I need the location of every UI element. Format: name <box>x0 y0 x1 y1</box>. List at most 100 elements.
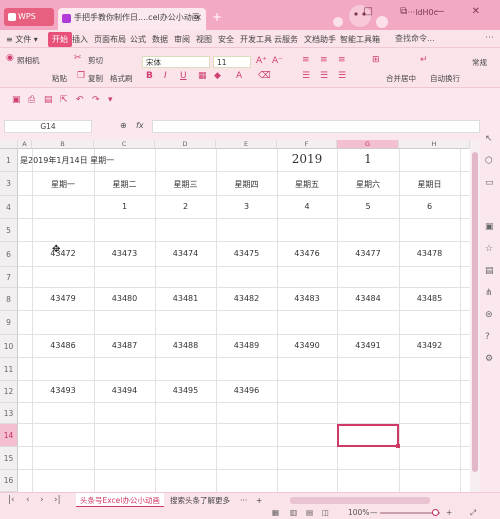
select-all-corner[interactable] <box>0 140 18 149</box>
zoom-slider-knob[interactable] <box>432 509 439 516</box>
row-header[interactable]: 4 <box>0 196 18 219</box>
cell-date-serial[interactable]: 43489 <box>216 341 277 350</box>
fullscreen-icon[interactable]: ⤢ <box>470 508 476 518</box>
prev-sheet-icon[interactable]: ‹ <box>26 495 30 505</box>
underline-button[interactable]: U <box>180 71 187 81</box>
menu-item-home[interactable]: 开始 <box>48 32 72 47</box>
star-icon[interactable]: ☆ <box>485 244 493 254</box>
copy-button[interactable]: 复制 <box>88 73 103 84</box>
zoom-out-button[interactable]: — <box>370 508 378 517</box>
menu-item-insert[interactable]: 插入 <box>72 34 88 45</box>
menu-item-view[interactable]: 视图 <box>196 34 212 45</box>
menu-item-formula[interactable]: 公式 <box>130 34 146 45</box>
more-icon[interactable]: ⋯ <box>485 33 494 43</box>
backup-icon[interactable]: ⊜ <box>485 310 493 320</box>
align-right-icon[interactable]: ☰ <box>338 71 346 81</box>
quick-more-icon[interactable]: ▾ <box>108 95 113 105</box>
row-header[interactable]: 3 <box>0 172 18 196</box>
column-header-g[interactable]: G <box>337 140 399 149</box>
cell-weekday[interactable]: 星期二 <box>94 179 155 190</box>
sheet-tab[interactable]: 搜索头条了解更多 <box>166 493 234 508</box>
font-name-select[interactable]: 宋体 <box>142 56 210 68</box>
align-left-icon[interactable]: ☰ <box>302 71 310 81</box>
file-menu[interactable]: ≡ 文件 ▾ <box>6 34 38 45</box>
print-preview-icon[interactable]: ▤ <box>44 95 53 105</box>
menu-item-developer[interactable]: 开发工具 <box>240 34 272 45</box>
fill-color-icon[interactable]: ◆ <box>214 71 221 81</box>
cell-day-number[interactable]: 1 <box>94 202 155 211</box>
bold-button[interactable]: B <box>146 71 153 81</box>
cell-b1-date-text[interactable]: 是2019年1月14日 星期一 <box>20 155 114 166</box>
cell-weekday[interactable]: 星期日 <box>399 179 460 190</box>
zoom-in-button[interactable]: + <box>446 508 452 517</box>
menu-item-review[interactable]: 审阅 <box>174 34 190 45</box>
cell-day-number[interactable]: 6 <box>399 202 460 211</box>
window-controls[interactable]: □ ⧉ — ✕ <box>363 6 492 17</box>
new-tab-button[interactable]: + <box>212 10 222 24</box>
cell-date-serial[interactable]: 43483 <box>277 294 337 303</box>
cell-date-serial[interactable]: 43486 <box>32 341 94 350</box>
horizontal-scrollbar[interactable] <box>290 497 430 504</box>
formula-input[interactable] <box>152 120 480 133</box>
camera-icon[interactable]: ◉ <box>6 53 14 63</box>
sheet-tab-active[interactable]: 头条号Excel办公小动画 <box>76 493 164 508</box>
row-header[interactable]: 5 <box>0 219 18 242</box>
menu-item-cloud[interactable]: 云服务 <box>274 34 298 45</box>
cell-date-serial[interactable]: 43487 <box>94 341 155 350</box>
cell-date-serial[interactable]: 43474 <box>155 249 216 258</box>
menu-item-smart-tools[interactable]: 智能工具箱 <box>340 34 380 45</box>
cell-date-serial[interactable]: 43495 <box>155 386 216 395</box>
column-header-a[interactable]: A <box>18 140 32 149</box>
font-smaller-button[interactable]: A⁻ <box>272 56 283 66</box>
cell-g1-month[interactable]: 1 <box>337 152 399 166</box>
cell-date-serial[interactable]: 43473 <box>94 249 155 258</box>
redo-icon[interactable]: ↷ <box>92 95 100 105</box>
paste-button[interactable]: 粘贴 <box>52 73 67 84</box>
cut-button[interactable]: 剪切 <box>88 55 103 66</box>
number-format-select[interactable]: 常规 <box>472 57 487 68</box>
merge-icon[interactable]: ⊞ <box>372 55 380 65</box>
copy-icon[interactable]: ❐ <box>77 71 85 81</box>
cell-day-number[interactable]: 2 <box>155 202 216 211</box>
cell-date-serial[interactable]: 43490 <box>277 341 337 350</box>
document-tab[interactable]: 手把手教你制作日....cel办公小动画 × <box>58 8 206 30</box>
align-bottom-icon[interactable]: ≡ <box>338 55 346 65</box>
cell-date-serial[interactable]: 43493 <box>32 386 94 395</box>
export-icon[interactable]: ⇱ <box>60 95 68 105</box>
cell-day-number[interactable]: 4 <box>277 202 337 211</box>
box-icon[interactable]: ▤ <box>485 266 494 276</box>
wrap-icon[interactable]: ↵ <box>420 55 428 65</box>
cell-date-serial[interactable]: 43476 <box>277 249 337 258</box>
cell-date-serial[interactable]: 43479 <box>32 294 94 303</box>
row-header[interactable]: 12 <box>0 381 18 403</box>
command-search[interactable]: 查找命令... <box>395 33 435 44</box>
cell-weekday[interactable]: 星期四 <box>216 179 277 190</box>
cell-weekday[interactable]: 星期五 <box>277 179 337 190</box>
row-header[interactable]: 11 <box>0 358 18 381</box>
row-header[interactable]: 6 <box>0 242 18 267</box>
zoom-icon[interactable]: ⊕ <box>120 121 127 130</box>
cell-date-serial[interactable]: 43485 <box>399 294 460 303</box>
normal-view-icon[interactable]: ▦ <box>272 508 279 517</box>
settings-icon[interactable]: ⚙ <box>485 354 493 364</box>
column-header-f[interactable]: F <box>277 140 337 149</box>
font-size-select[interactable]: 11 <box>213 56 251 68</box>
cell-date-serial[interactable]: 43481 <box>155 294 216 303</box>
row-header[interactable]: 10 <box>0 335 18 358</box>
layers-icon[interactable]: ▭ <box>485 178 494 188</box>
last-sheet-icon[interactable]: ›| <box>54 495 61 505</box>
menu-item-doc-assistant[interactable]: 文档助手 <box>304 34 336 45</box>
auto-wrap-button[interactable]: 自动换行 <box>430 73 460 84</box>
fill-handle[interactable] <box>396 444 400 448</box>
column-header-b[interactable]: B <box>32 140 94 149</box>
row-header[interactable]: 14 <box>0 424 18 447</box>
fx-icon[interactable]: fx <box>136 121 144 130</box>
cell-day-number[interactable]: 5 <box>337 202 399 211</box>
row-header[interactable]: 13 <box>0 403 18 424</box>
column-header-d[interactable]: D <box>155 140 216 149</box>
cell-day-number[interactable]: 3 <box>216 202 277 211</box>
save-icon[interactable]: ▣ <box>12 95 21 105</box>
page-break-icon[interactable]: ▤ <box>306 508 313 517</box>
italic-button[interactable]: I <box>164 71 167 81</box>
name-box[interactable]: G14 <box>4 120 92 133</box>
